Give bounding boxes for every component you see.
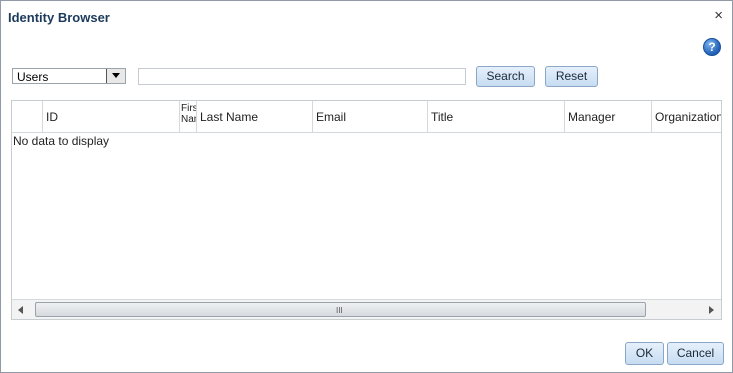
- cancel-button[interactable]: Cancel: [667, 342, 724, 365]
- scroll-left-icon[interactable]: [18, 306, 23, 314]
- results-table: ID First Name Last Name Email Title Mana…: [11, 100, 722, 320]
- close-icon[interactable]: ×: [714, 8, 723, 24]
- column-header-title[interactable]: Title: [428, 101, 565, 132]
- table-header: ID First Name Last Name Email Title Mana…: [12, 101, 721, 133]
- search-input[interactable]: [138, 68, 466, 85]
- identity-type-value: Users: [17, 70, 49, 84]
- scroll-thumb[interactable]: III: [35, 302, 646, 317]
- column-header-first-name[interactable]: First Name: [180, 101, 197, 132]
- column-header-email[interactable]: Email: [313, 101, 428, 132]
- reset-button[interactable]: Reset: [545, 66, 598, 87]
- search-button[interactable]: Search: [476, 66, 535, 87]
- column-header-id[interactable]: ID: [43, 101, 180, 132]
- column-header-manager[interactable]: Manager: [565, 101, 652, 132]
- help-icon[interactable]: ?: [703, 38, 721, 56]
- column-header-organization[interactable]: Organization: [652, 101, 721, 132]
- identity-type-select[interactable]: Users: [12, 68, 126, 84]
- identity-browser-dialog: Identity Browser × ? Users Search Reset …: [0, 0, 733, 373]
- scroll-grip: III: [336, 306, 343, 315]
- chevron-down-icon[interactable]: [106, 69, 125, 83]
- scroll-right-icon[interactable]: [709, 306, 714, 314]
- column-header-last-name[interactable]: Last Name: [197, 101, 313, 132]
- horizontal-scrollbar[interactable]: III: [12, 299, 721, 319]
- dialog-title: Identity Browser: [8, 10, 110, 25]
- empty-message: No data to display: [13, 134, 110, 148]
- column-header-select[interactable]: [12, 101, 43, 132]
- ok-button[interactable]: OK: [625, 342, 664, 365]
